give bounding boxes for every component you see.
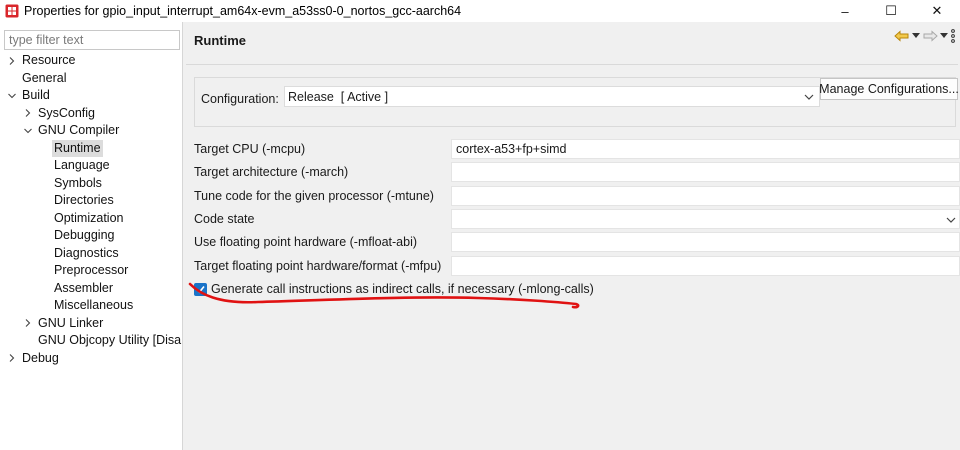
option-row: Use floating point hardware (-mfloat-abi… — [184, 231, 960, 255]
tree-item-label: Debug — [22, 350, 59, 365]
option-label: Use floating point hardware (-mfloat-abi… — [194, 235, 418, 250]
back-menu-chevron-icon[interactable] — [912, 28, 920, 44]
option-label: Code state — [194, 211, 255, 226]
tree-item[interactable]: Preprocessor — [0, 262, 183, 280]
back-arrow-icon[interactable] — [894, 28, 910, 44]
page-header: Runtime — [184, 22, 960, 58]
tree-item[interactable]: SysConfig — [0, 105, 183, 123]
header-toolbar — [894, 28, 956, 44]
page-title: Runtime — [194, 33, 246, 48]
option-row: Target CPU (-mcpu) cortex-a53+fp+simd — [184, 138, 960, 162]
option-label: Target floating point hardware/format (-… — [194, 258, 442, 273]
option-row: Tune code for the given processor (-mtun… — [184, 185, 960, 209]
tree-item[interactable]: Build — [0, 87, 183, 105]
option-select[interactable] — [451, 208, 960, 231]
chevron-right-icon[interactable] — [22, 315, 34, 333]
chevron-right-icon[interactable] — [6, 350, 18, 368]
tree-item-label: GNU Objcopy Utility [Disa — [38, 333, 182, 347]
app-icon — [4, 3, 20, 19]
tree-item[interactable]: Runtime — [0, 139, 183, 157]
tree-item[interactable]: Language — [0, 157, 183, 175]
navigation-pane: Resource General Build SysConfig GNU Compile… — [0, 22, 183, 450]
tree-item[interactable]: GNU Compiler — [0, 122, 183, 140]
tree-item-label: Directories — [54, 193, 114, 207]
chevron-down-icon[interactable] — [6, 87, 18, 105]
properties-tree: Resource General Build SysConfig GNU Compile… — [0, 52, 183, 367]
tree-item-label: SysConfig — [38, 105, 95, 120]
option-row: Target architecture (-march) — [184, 161, 960, 185]
chevron-right-icon[interactable] — [22, 105, 34, 123]
tree-item-label: Assembler — [54, 280, 114, 295]
red-underline-annotation — [188, 282, 580, 309]
option-row: Target floating point hardware/format (-… — [184, 255, 960, 279]
option-label: Target architecture (-march) — [194, 165, 349, 180]
filter-input[interactable] — [4, 30, 180, 50]
option-input[interactable] — [451, 255, 960, 276]
window-title: Properties for gpio_input_interrupt_am64… — [24, 4, 462, 18]
tree-item[interactable]: Miscellaneous — [0, 297, 183, 315]
tree-item-label: Symbols — [54, 175, 102, 190]
tree-item-label: Language — [54, 158, 110, 172]
configuration-label: Configuration: — [201, 92, 279, 106]
option-input[interactable] — [451, 232, 960, 253]
option-input[interactable] — [451, 162, 960, 183]
chevron-down-icon — [945, 213, 957, 231]
tree-item-label: GNU Compiler — [38, 123, 120, 137]
configuration-value: Release [ Active ] — [288, 89, 389, 104]
more-options-icon[interactable] — [950, 28, 956, 44]
close-button[interactable]: ✕ — [914, 0, 960, 22]
tree-item[interactable]: Assembler — [0, 280, 183, 298]
tree-item-label: Build — [22, 88, 50, 102]
forward-menu-chevron-icon[interactable] — [940, 28, 948, 44]
maximize-button[interactable]: ☐ — [868, 0, 914, 22]
option-value: cortex-a53+fp+simd — [456, 142, 567, 156]
configuration-select[interactable]: Release [ Active ] — [284, 86, 820, 107]
tree-item[interactable]: General — [0, 70, 183, 88]
manage-configurations-button[interactable]: Manage Configurations... — [819, 78, 959, 100]
tree-item[interactable]: Directories — [0, 192, 183, 210]
tree-item-label: Miscellaneous — [54, 298, 134, 312]
title-bar: Properties for gpio_input_interrupt_am64… — [0, 0, 960, 22]
option-label: Target CPU (-mcpu) — [194, 142, 306, 156]
tree-item-label: General — [22, 70, 67, 85]
tree-item[interactable]: Debugging — [0, 227, 183, 245]
option-label: Tune code for the given processor (-mtun… — [194, 188, 434, 203]
chevron-down-icon[interactable] — [22, 122, 34, 140]
header-divider — [186, 64, 958, 65]
tree-item[interactable]: GNU Linker — [0, 315, 183, 333]
option-input[interactable] — [451, 185, 960, 206]
tree-item[interactable]: GNU Objcopy Utility [Disa — [0, 332, 183, 350]
tree-item[interactable]: Resource — [0, 52, 183, 70]
tree-item-label: GNU Linker — [38, 315, 104, 330]
minimize-button[interactable]: – — [822, 0, 868, 22]
tree-item-label: Resource — [22, 53, 76, 67]
chevron-down-icon — [803, 91, 815, 106]
option-row: Code state — [184, 208, 960, 232]
window-controls: – ☐ ✕ — [822, 0, 960, 22]
chevron-right-icon[interactable] — [6, 52, 18, 70]
tree-item[interactable]: Optimization — [0, 210, 183, 228]
tree-item-label: Diagnostics — [54, 245, 119, 260]
content-pane: Runtime Configuration: Release [ Active … — [184, 22, 960, 450]
tree-item-label: Debugging — [54, 228, 115, 242]
tree-item-label: Optimization — [54, 210, 124, 225]
tree-item-label: Preprocessor — [54, 263, 129, 277]
tree-item-label: Runtime — [52, 139, 103, 157]
tree-item[interactable]: Symbols — [0, 175, 183, 193]
option-input[interactable]: cortex-a53+fp+simd — [451, 139, 960, 159]
tree-item[interactable]: Diagnostics — [0, 245, 183, 263]
forward-arrow-icon[interactable] — [922, 28, 938, 44]
tree-item[interactable]: Debug — [0, 350, 183, 368]
